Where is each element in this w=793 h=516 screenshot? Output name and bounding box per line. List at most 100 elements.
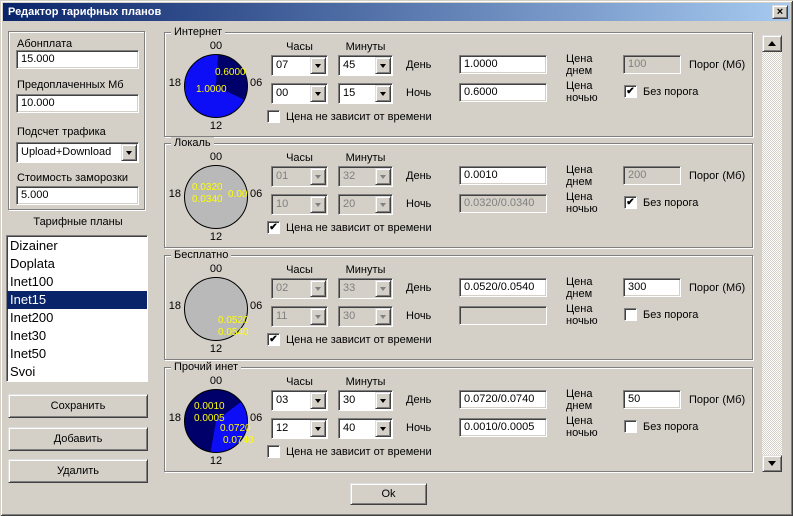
chevron-down-icon[interactable] — [375, 420, 391, 437]
checkbox-box[interactable]: ✔ — [624, 420, 637, 433]
pie-price-label: 0.0340 — [192, 194, 223, 205]
day-price-input[interactable]: 1.0000 — [459, 55, 547, 74]
chevron-down-icon[interactable] — [310, 85, 326, 102]
chevron-down-icon[interactable] — [375, 168, 391, 185]
chevron-down-icon[interactable] — [375, 280, 391, 297]
day-start-minute-select[interactable]: 32 — [338, 166, 393, 187]
add-button[interactable]: Добавить — [8, 427, 148, 451]
scroll-up-icon — [768, 37, 776, 46]
chevron-down-icon[interactable] — [121, 144, 137, 161]
threshold-input[interactable]: 200 — [623, 166, 681, 185]
list-item[interactable]: Inet50 — [7, 345, 147, 363]
day-start-hour-select[interactable]: 07 — [271, 55, 328, 76]
day-start-hour-select[interactable]: 03 — [271, 390, 328, 411]
chevron-down-icon[interactable] — [310, 392, 326, 409]
night-price-input[interactable]: 0.6000 — [459, 83, 547, 102]
night-start-minute-select[interactable]: 20 — [338, 194, 393, 215]
night-start-minute-select[interactable]: 15 — [338, 83, 393, 104]
night-start-hour-select[interactable]: 12 — [271, 418, 328, 439]
checkbox-box[interactable]: ✔ — [267, 110, 280, 123]
scrollbar-track[interactable] — [762, 52, 782, 455]
list-item[interactable]: Inet15 — [7, 291, 147, 309]
day-price-input[interactable]: 0.0720/0.0740 — [459, 390, 547, 409]
tariff-plan-editor-window: Редактор тарифных планов × Абонплата 15.… — [0, 0, 793, 516]
night-price-input[interactable]: 0.0010/0.0005 — [459, 418, 547, 437]
save-button[interactable]: Сохранить — [8, 394, 148, 418]
chevron-down-icon[interactable] — [375, 392, 391, 409]
close-button[interactable]: × — [772, 5, 788, 19]
chevron-down-icon[interactable] — [375, 308, 391, 325]
price-night-label: Цена ночью — [566, 191, 608, 215]
night-price-input[interactable]: 0.0320/0.0340 — [459, 194, 547, 213]
chevron-down-icon[interactable] — [310, 57, 326, 74]
hours-column-label: Часы — [271, 41, 328, 53]
day-price-input[interactable]: 0.0520/0.0540 — [459, 278, 547, 297]
checkbox-box[interactable]: ✔ — [624, 308, 637, 321]
hours-column-label: Часы — [271, 152, 328, 164]
checkbox-box[interactable]: ✔ — [267, 221, 280, 234]
night-start-hour-select[interactable]: 10 — [271, 194, 328, 215]
day-start-hour-select[interactable]: 02 — [271, 278, 328, 299]
traffic-count-value: Upload+Download — [21, 146, 111, 158]
list-item[interactable]: Inet200 — [7, 309, 147, 327]
minutes-column-label: Минуты — [338, 41, 393, 53]
delete-button[interactable]: Удалить — [8, 459, 148, 483]
no-threshold-checkbox[interactable]: ✔ Без порога — [624, 85, 698, 98]
scroll-down-button[interactable] — [762, 455, 782, 472]
no-threshold-checkbox[interactable]: ✔ Без порога — [624, 308, 698, 321]
day-start-hour-select[interactable]: 01 — [271, 166, 328, 187]
chevron-down-icon[interactable] — [310, 168, 326, 185]
checkbox-box[interactable]: ✔ — [624, 196, 637, 209]
pie-price-label: 0.6000 — [215, 67, 246, 78]
chevron-down-icon[interactable] — [310, 280, 326, 297]
day-price-input[interactable]: 0.0010 — [459, 166, 547, 185]
subscription-fee-input[interactable]: 15.000 — [16, 50, 139, 69]
night-start-hour-select[interactable]: 00 — [271, 83, 328, 104]
chevron-down-icon[interactable] — [375, 85, 391, 102]
night-start-hour-select[interactable]: 11 — [271, 306, 328, 327]
list-item[interactable]: Doplata — [7, 255, 147, 273]
tariff-plans-listbox[interactable]: Dizainer Doplata Inet100 Inet15 Inet200 … — [6, 235, 148, 382]
chevron-down-icon[interactable] — [310, 308, 326, 325]
list-item[interactable]: Inet30 — [7, 327, 147, 345]
no-threshold-checkbox[interactable]: ✔ Без порога — [624, 196, 698, 209]
day-start-minute-select[interactable]: 33 — [338, 278, 393, 299]
checkbox-box[interactable]: ✔ — [267, 445, 280, 458]
checkbox-box[interactable]: ✔ — [624, 85, 637, 98]
night-start-minute-select[interactable]: 30 — [338, 306, 393, 327]
title-bar[interactable]: Редактор тарифных планов × — [3, 3, 790, 21]
list-item[interactable]: Inet100 — [7, 273, 147, 291]
group-box-local: Локаль 00 06 12 18 0.0320 0.0340 0.00 Ча… — [164, 143, 753, 248]
list-item[interactable]: Svoi — [7, 363, 147, 381]
threshold-input[interactable]: 100 — [623, 55, 681, 74]
list-item[interactable]: Dizainer — [7, 237, 147, 255]
night-price-input[interactable] — [459, 306, 547, 325]
chevron-down-icon[interactable] — [310, 196, 326, 213]
combo-value: 12 — [276, 422, 288, 434]
checkbox-box[interactable]: ✔ — [267, 333, 280, 346]
traffic-count-select[interactable]: Upload+Download — [16, 142, 139, 163]
combo-value: 01 — [276, 170, 288, 182]
vertical-scrollbar[interactable] — [762, 35, 782, 472]
scroll-up-button[interactable] — [762, 35, 782, 52]
prepaid-mb-input[interactable]: 10.000 — [16, 94, 139, 113]
time-independent-checkbox[interactable]: ✔ Цена не зависит от времени — [267, 110, 432, 123]
day-start-minute-select[interactable]: 45 — [338, 55, 393, 76]
time-independent-checkbox[interactable]: ✔ Цена не зависит от времени — [267, 445, 432, 458]
chevron-down-icon[interactable] — [375, 57, 391, 74]
night-start-minute-select[interactable]: 40 — [338, 418, 393, 439]
price-day-label: Цена днем — [566, 53, 608, 77]
day-start-minute-select[interactable]: 30 — [338, 390, 393, 411]
time-independent-checkbox[interactable]: ✔ Цена не зависит от времени — [267, 333, 432, 346]
freeze-cost-input[interactable]: 5.000 — [16, 186, 139, 205]
threshold-input[interactable]: 50 — [623, 390, 681, 409]
combo-value: 32 — [343, 170, 355, 182]
chevron-down-icon[interactable] — [375, 196, 391, 213]
night-label: Ночь — [406, 87, 431, 99]
time-independent-checkbox[interactable]: ✔ Цена не зависит от времени — [267, 221, 432, 234]
combo-value: 30 — [343, 310, 355, 322]
chevron-down-icon[interactable] — [310, 420, 326, 437]
ok-button[interactable]: Ok — [350, 483, 427, 505]
no-threshold-checkbox[interactable]: ✔ Без порога — [624, 420, 698, 433]
threshold-input[interactable]: 300 — [623, 278, 681, 297]
